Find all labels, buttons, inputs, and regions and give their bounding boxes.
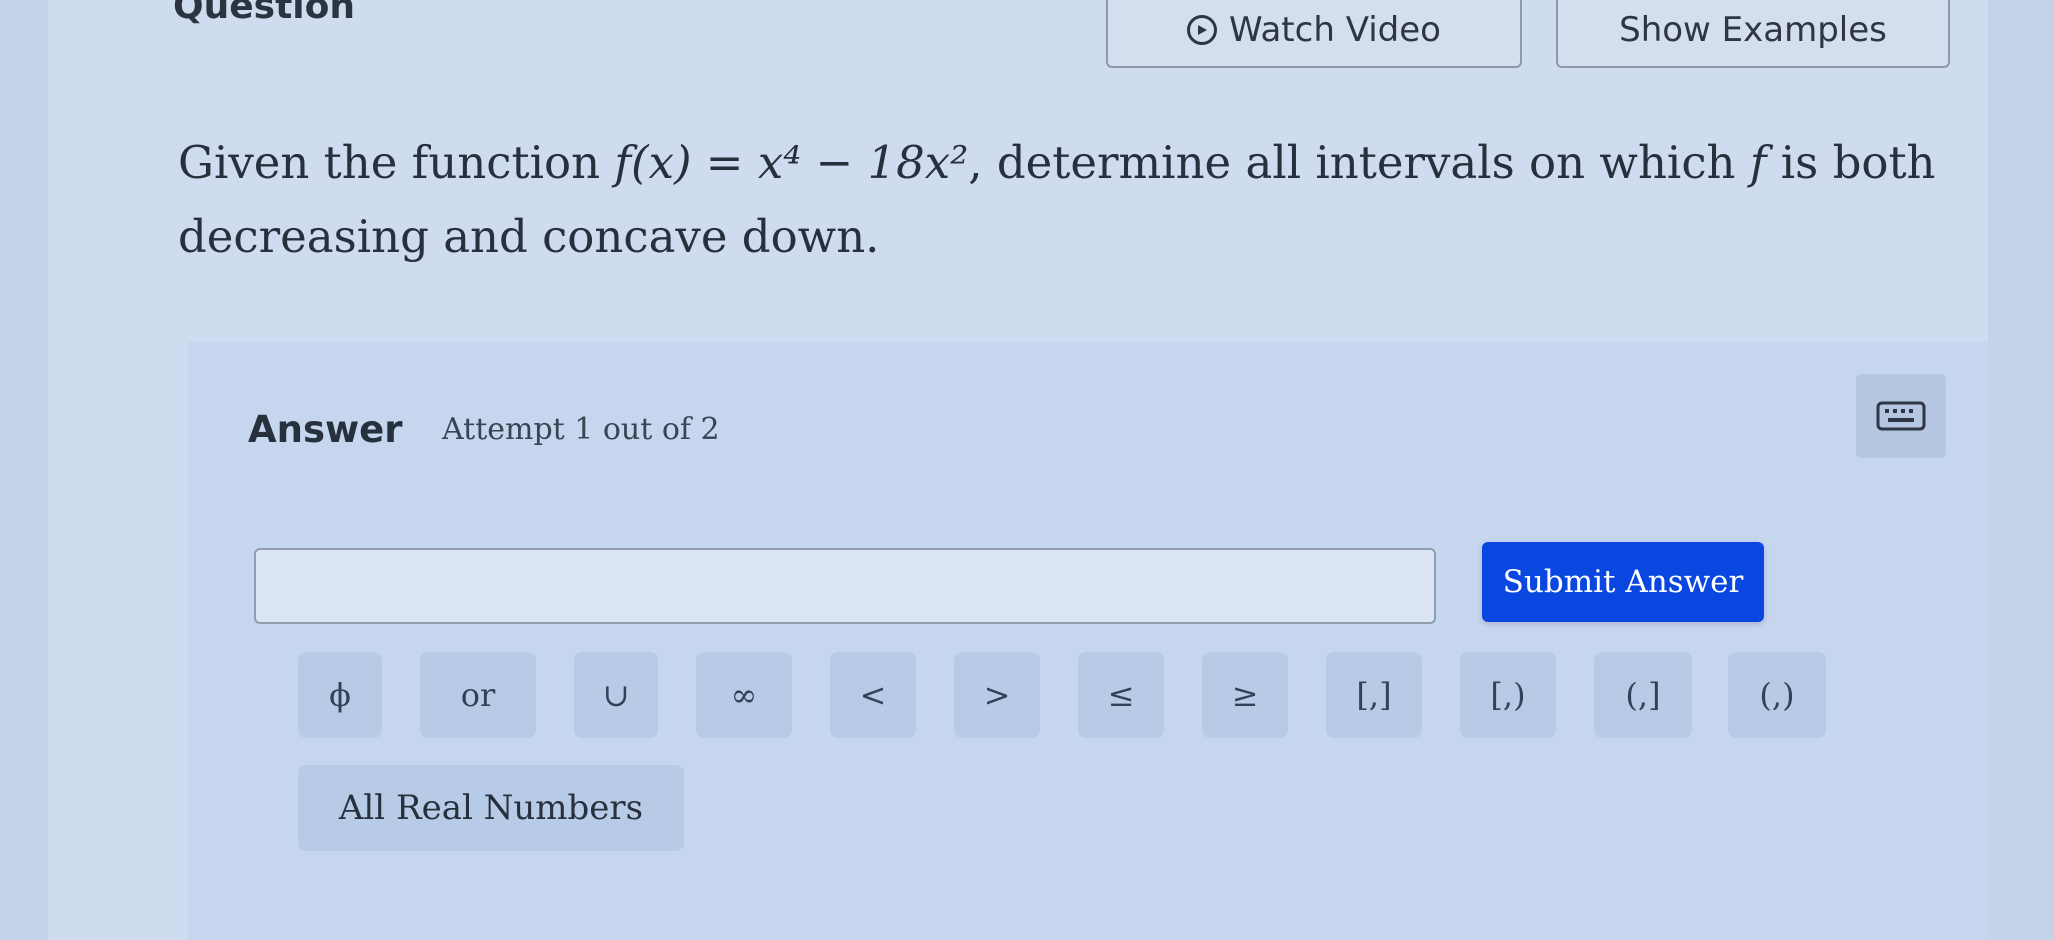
symbol-palette: ϕ or ∪ ∞ < > ≤ ≥ [,] [,) (,] (,) xyxy=(188,652,1988,742)
question-title: Question xyxy=(173,0,355,27)
watch-video-button[interactable]: Watch Video xyxy=(1106,0,1522,68)
keyboard-toggle-button[interactable] xyxy=(1856,374,1946,458)
infinity-button[interactable]: ∞ xyxy=(696,652,792,738)
closed-interval-button[interactable]: [,] xyxy=(1326,652,1422,738)
show-examples-button[interactable]: Show Examples xyxy=(1556,0,1950,68)
show-examples-label: Show Examples xyxy=(1619,10,1887,50)
question-line1-post: , determine all intervals on which xyxy=(968,136,1750,189)
play-icon xyxy=(1187,15,1218,45)
keyboard-icon xyxy=(1876,401,1926,431)
greater-than-button[interactable]: > xyxy=(954,652,1040,738)
less-or-equal-button[interactable]: ≤ xyxy=(1078,652,1164,738)
answer-panel: Answer Attempt 1 out of 2 Submit Answer … xyxy=(188,342,1988,940)
less-than-button[interactable]: < xyxy=(830,652,916,738)
all-real-numbers-button[interactable]: All Real Numbers xyxy=(298,765,684,851)
answer-input[interactable] xyxy=(254,548,1436,624)
union-button[interactable]: ∪ xyxy=(574,652,658,738)
greater-or-equal-button[interactable]: ≥ xyxy=(1202,652,1288,738)
question-card: Question Watch Video Show Examples Given… xyxy=(48,0,1988,940)
function-expression: f(x) = x⁴ − 18x² xyxy=(614,136,969,189)
f-symbol: f xyxy=(1749,136,1767,189)
question-line1-pre: Given the function xyxy=(178,136,615,189)
question-line2: decreasing and concave down. xyxy=(178,210,880,263)
half-open-left-interval-button[interactable]: (,] xyxy=(1594,652,1692,738)
or-button[interactable]: or xyxy=(420,652,536,738)
phi-symbol-button[interactable]: ϕ xyxy=(298,652,382,738)
open-interval-button[interactable]: (,) xyxy=(1728,652,1826,738)
attempt-counter: Attempt 1 out of 2 xyxy=(442,412,720,447)
question-text: Given the function f(x) = x⁴ − 18x², det… xyxy=(178,126,1998,274)
half-open-right-interval-button[interactable]: [,) xyxy=(1460,652,1556,738)
watch-video-label: Watch Video xyxy=(1229,10,1441,50)
answer-label: Answer xyxy=(248,408,403,451)
question-line1-end: is both xyxy=(1766,136,1936,189)
submit-answer-button[interactable]: Submit Answer xyxy=(1482,542,1764,622)
